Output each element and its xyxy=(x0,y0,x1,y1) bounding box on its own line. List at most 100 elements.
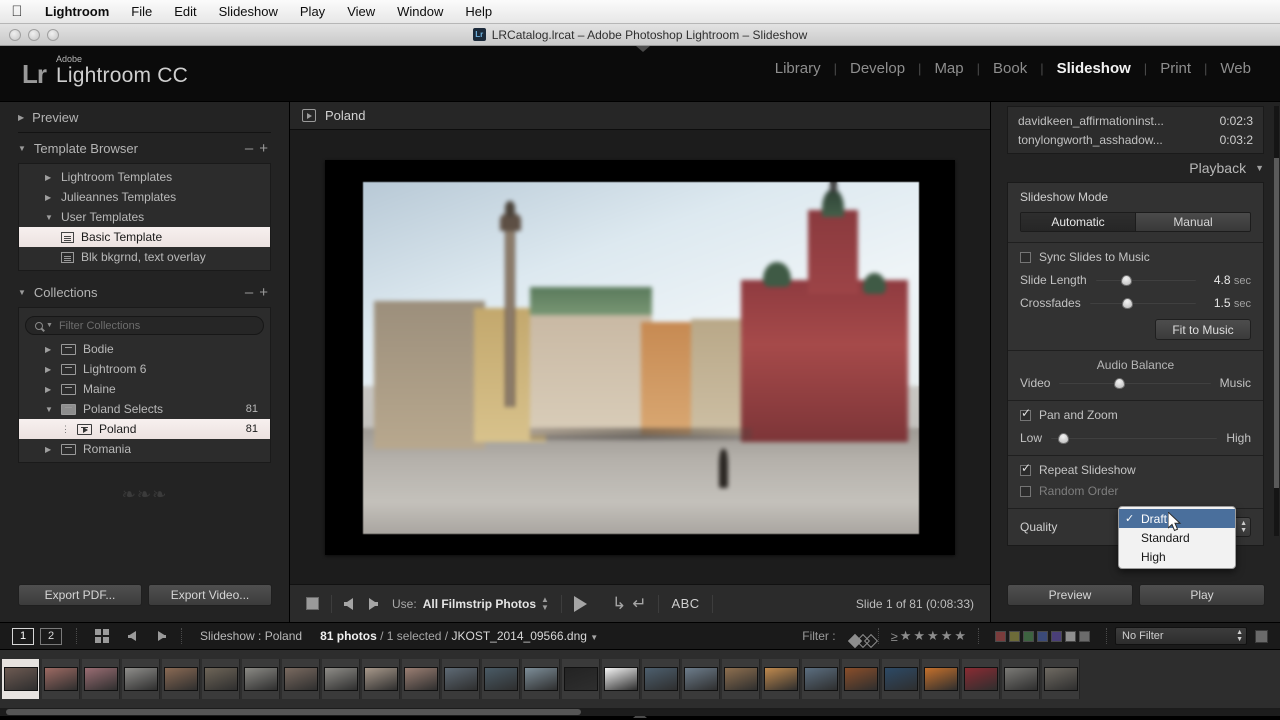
module-map[interactable]: Map xyxy=(921,60,976,77)
rotate-right-arrow[interactable]: ↵ xyxy=(632,595,646,612)
filmstrip-thumbnail[interactable] xyxy=(282,659,320,699)
filmstrip-thumbnail[interactable] xyxy=(642,659,680,699)
slider-knob[interactable] xyxy=(1121,298,1133,309)
random-order-checkbox[interactable] xyxy=(1020,485,1031,497)
filmstrip-thumbnail[interactable] xyxy=(842,659,880,699)
collection-poland-selects[interactable]: ▼ Poland Selects 81 xyxy=(19,399,270,419)
right-panel-scrollbar[interactable] xyxy=(1274,106,1279,536)
next-slide-arrow[interactable] xyxy=(369,597,378,610)
chevron-down-icon[interactable]: ▼ xyxy=(18,288,26,297)
stepper-icon[interactable]: ▲ ▼ xyxy=(1240,520,1247,534)
export-pdf-button[interactable]: Export PDF... xyxy=(18,584,142,606)
menu-item-file[interactable]: File xyxy=(120,0,163,24)
filmstrip-thumbnail[interactable] xyxy=(82,659,120,699)
filmstrip-thumbnail[interactable] xyxy=(122,659,160,699)
chevron-down-icon[interactable]: ▼ xyxy=(46,322,53,329)
star-icon[interactable]: ★ xyxy=(954,628,966,644)
filmstrip-thumbnail[interactable] xyxy=(1042,659,1080,699)
audio-balance-row[interactable]: Video Music xyxy=(1020,376,1251,390)
chevron-down-icon[interactable]: ▼ xyxy=(18,144,26,153)
color-label-white[interactable] xyxy=(1065,630,1076,642)
add-template-button[interactable]: + xyxy=(256,140,271,157)
filmstrip[interactable] xyxy=(0,650,1280,708)
color-label-green[interactable] xyxy=(1023,630,1034,642)
menu-item-slideshow[interactable]: Slideshow xyxy=(208,0,289,24)
identity-plate[interactable]: Lr Adobe Lightroom CC xyxy=(22,55,188,89)
filmstrip-thumbnail[interactable] xyxy=(882,659,920,699)
filmstrip-thumbnail[interactable] xyxy=(482,659,520,699)
chevron-right-icon[interactable]: ▶ xyxy=(45,385,61,394)
play-button[interactable] xyxy=(573,595,587,612)
filmstrip-thumbnail[interactable] xyxy=(962,659,1000,699)
color-label-purple[interactable] xyxy=(1051,630,1062,642)
chevron-right-icon[interactable]: ▶ xyxy=(18,113,24,122)
filmstrip-thumbnail[interactable] xyxy=(202,659,240,699)
crossfades-row[interactable]: Crossfades 1.5 sec xyxy=(1020,296,1251,310)
chevron-right-icon[interactable]: ▶ xyxy=(45,345,61,354)
template-browser-header[interactable]: ▼ Template Browser – + xyxy=(18,133,271,163)
chevron-right-icon[interactable]: ▶ xyxy=(45,193,61,202)
navigate-back-arrow[interactable] xyxy=(128,631,136,641)
collection-bodie[interactable]: ▶ Bodie xyxy=(19,339,270,359)
playback-section-header[interactable]: Playback ▼ xyxy=(1007,154,1264,182)
filmstrip-thumbnail[interactable] xyxy=(722,659,760,699)
random-order-row[interactable]: Random Order xyxy=(1020,484,1251,498)
module-library[interactable]: Library xyxy=(762,60,834,77)
slide-length-slider[interactable] xyxy=(1095,275,1197,286)
repeat-slideshow-checkbox[interactable] xyxy=(1020,462,1031,476)
navigate-forward-arrow[interactable] xyxy=(158,631,166,641)
slide-length-row[interactable]: Slide Length 4.8 sec xyxy=(1020,273,1251,287)
quality-option-high[interactable]: High xyxy=(1119,547,1235,566)
color-label-yellow[interactable] xyxy=(1009,630,1020,642)
filter-preset-select[interactable]: No Filter ▲ ▼ xyxy=(1115,627,1247,645)
chevron-right-icon[interactable]: ▶ xyxy=(45,173,61,182)
star-icon[interactable]: ★ xyxy=(941,628,953,644)
menu-item-help[interactable]: Help xyxy=(454,0,503,24)
module-slideshow[interactable]: Slideshow xyxy=(1044,60,1144,77)
filmstrip-thumbnail[interactable] xyxy=(362,659,400,699)
template-group-user[interactable]: ▼ User Templates xyxy=(19,207,270,227)
filmstrip-thumbnail[interactable] xyxy=(402,659,440,699)
slide-frame[interactable] xyxy=(325,159,955,555)
slideshow-mode-toggle[interactable]: Automatic Manual xyxy=(1020,212,1251,232)
filmstrip-thumbnail[interactable] xyxy=(522,659,560,699)
chevron-updown-icon[interactable]: ▲ ▼ xyxy=(541,595,549,612)
filmstrip-collapse-icon[interactable] xyxy=(1255,629,1268,643)
abc-text-button[interactable]: ABC xyxy=(671,596,699,611)
filmstrip-thumbnail[interactable] xyxy=(42,659,80,699)
stepper-icon[interactable]: ▲ ▼ xyxy=(1236,629,1243,643)
filmstrip-thumbnail[interactable] xyxy=(322,659,360,699)
mode-manual-button[interactable]: Manual xyxy=(1135,213,1250,231)
use-value[interactable]: All Filmstrip Photos xyxy=(423,597,536,611)
filmstrip-thumbnail[interactable] xyxy=(922,659,960,699)
color-label-red[interactable] xyxy=(995,630,1006,642)
repeat-row[interactable]: Repeat Slideshow xyxy=(1020,462,1251,477)
filmstrip-scrollbar[interactable] xyxy=(0,708,1280,716)
filmstrip-thumbnail[interactable] xyxy=(2,659,40,699)
star-icon[interactable]: ★ xyxy=(913,628,925,644)
filmstrip-thumbnail[interactable] xyxy=(762,659,800,699)
chevron-down-icon[interactable]: ▼ xyxy=(1255,163,1264,173)
filter-collections-input[interactable]: ▼ Filter Collections xyxy=(25,316,264,335)
filmstrip-thumbnail[interactable] xyxy=(442,659,480,699)
chevron-down-icon[interactable]: ▼ xyxy=(45,405,61,414)
filmstrip-thumbnail[interactable] xyxy=(162,659,200,699)
music-track[interactable]: davidkeen_affirmationinst... 0:02:3 xyxy=(1008,111,1263,130)
menu-item-lightroom[interactable]: Lightroom xyxy=(34,0,120,24)
chevron-right-icon[interactable]: ▶ xyxy=(45,365,61,374)
color-label-filters[interactable] xyxy=(995,630,1090,642)
filmstrip-thumbnail[interactable] xyxy=(1002,659,1040,699)
play-button[interactable]: Play xyxy=(1139,584,1265,606)
sync-slides-checkbox[interactable] xyxy=(1020,251,1031,263)
template-group-julieannes[interactable]: ▶ Julieannes Templates xyxy=(19,187,270,207)
previous-slide-arrow[interactable] xyxy=(344,597,353,610)
screen-1-button[interactable]: 1 xyxy=(12,627,34,645)
collection-maine[interactable]: ▶ Maine xyxy=(19,379,270,399)
mode-automatic-button[interactable]: Automatic xyxy=(1021,213,1135,231)
screen-2-button[interactable]: 2 xyxy=(40,627,62,645)
star-icon[interactable]: ★ xyxy=(927,628,939,644)
menu-item-view[interactable]: View xyxy=(336,0,386,24)
photo-count-info[interactable]: 81 photos / 1 selected / JKOST_2014_0956… xyxy=(320,629,598,643)
crossfades-slider[interactable] xyxy=(1089,298,1197,309)
audio-balance-slider[interactable] xyxy=(1059,378,1211,389)
